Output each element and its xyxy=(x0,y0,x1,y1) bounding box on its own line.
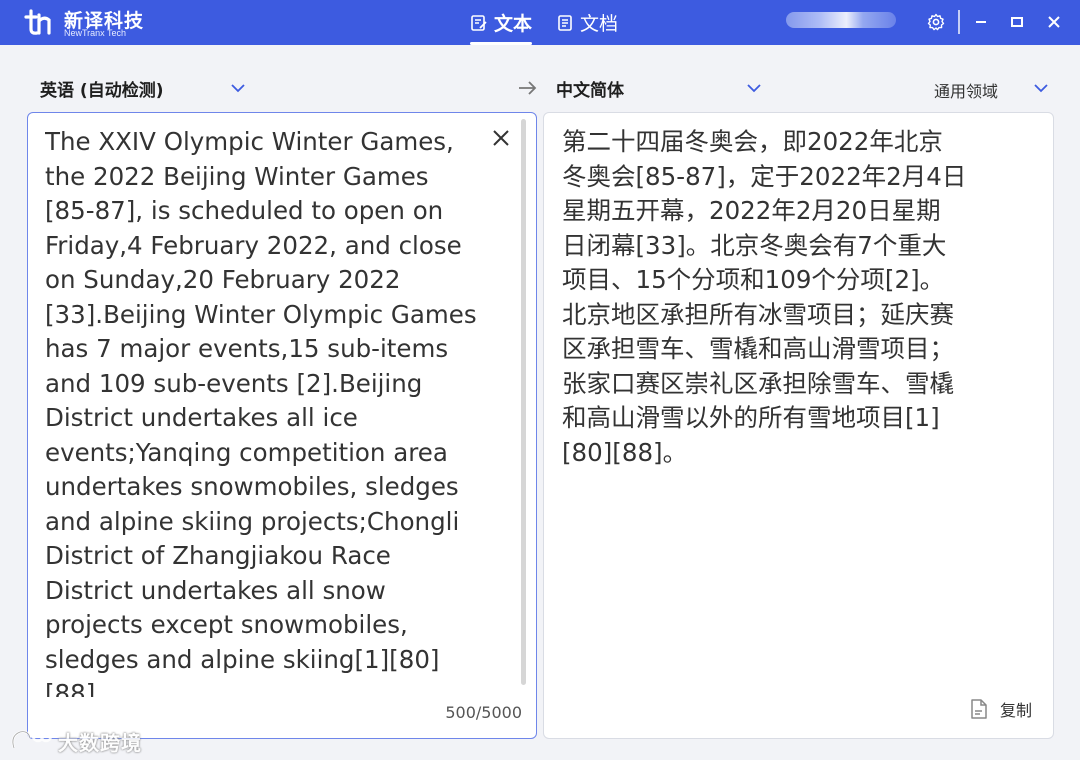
source-language-selector[interactable]: 英语 (自动检测) xyxy=(40,76,163,101)
copy-label: 复制 xyxy=(1000,701,1033,720)
settings-button[interactable] xyxy=(922,8,950,36)
scrollbar[interactable] xyxy=(521,119,526,685)
tab-text[interactable]: 文本 xyxy=(470,0,533,45)
logo-english-name: NewTranx Tech xyxy=(64,28,127,38)
translated-text: 第二十四届冬奥会，即2022年北京 冬奥会[85-87]，定于2022年2月4日… xyxy=(562,127,967,467)
minimize-button[interactable] xyxy=(967,8,995,36)
close-window-button[interactable] xyxy=(1040,8,1068,36)
chevron-down-icon[interactable] xyxy=(1032,79,1050,97)
watermark-logo-icon xyxy=(11,729,52,749)
minimize-icon xyxy=(976,21,986,23)
watermark-text: 大数跨境 xyxy=(58,730,142,755)
user-account-blurred[interactable] xyxy=(786,12,896,28)
character-count: 500/5000 xyxy=(445,703,522,722)
domain-selector[interactable]: 通用领域 xyxy=(934,78,998,102)
settings-icon xyxy=(927,13,945,31)
tab-document[interactable]: 文档 xyxy=(556,0,618,45)
titlebar-divider xyxy=(958,10,960,34)
watermark: 大数跨境 xyxy=(8,726,142,756)
maximize-icon xyxy=(1011,17,1023,27)
maximize-button[interactable] xyxy=(1003,8,1031,36)
copy-button[interactable]: 复制 xyxy=(968,697,1032,721)
document-icon xyxy=(558,14,572,31)
source-text-panel: The XXIV Olympic Winter Games, the 2022 … xyxy=(27,112,537,739)
tab-text-label: 文本 xyxy=(494,13,533,35)
title-bar: 新译科技 NewTranx Tech 文本 文档 xyxy=(0,0,1080,45)
clear-text-icon[interactable] xyxy=(490,127,512,149)
target-language-selector[interactable]: 中文简体 xyxy=(556,76,624,101)
chevron-down-icon[interactable] xyxy=(229,79,247,97)
tab-document-label: 文档 xyxy=(580,13,619,35)
newtranx-logo-icon xyxy=(24,9,51,35)
text-doc-edit-icon xyxy=(471,14,487,31)
source-text-input[interactable]: The XXIV Olympic Winter Games, the 2022 … xyxy=(45,125,485,697)
copy-icon xyxy=(971,699,987,719)
arrow-right-icon[interactable] xyxy=(517,78,539,98)
close-icon xyxy=(1048,16,1060,28)
chevron-down-icon[interactable] xyxy=(745,79,763,97)
translation-output-panel: 第二十四届冬奥会，即2022年北京 冬奥会[85-87]，定于2022年2月4日… xyxy=(543,112,1054,739)
